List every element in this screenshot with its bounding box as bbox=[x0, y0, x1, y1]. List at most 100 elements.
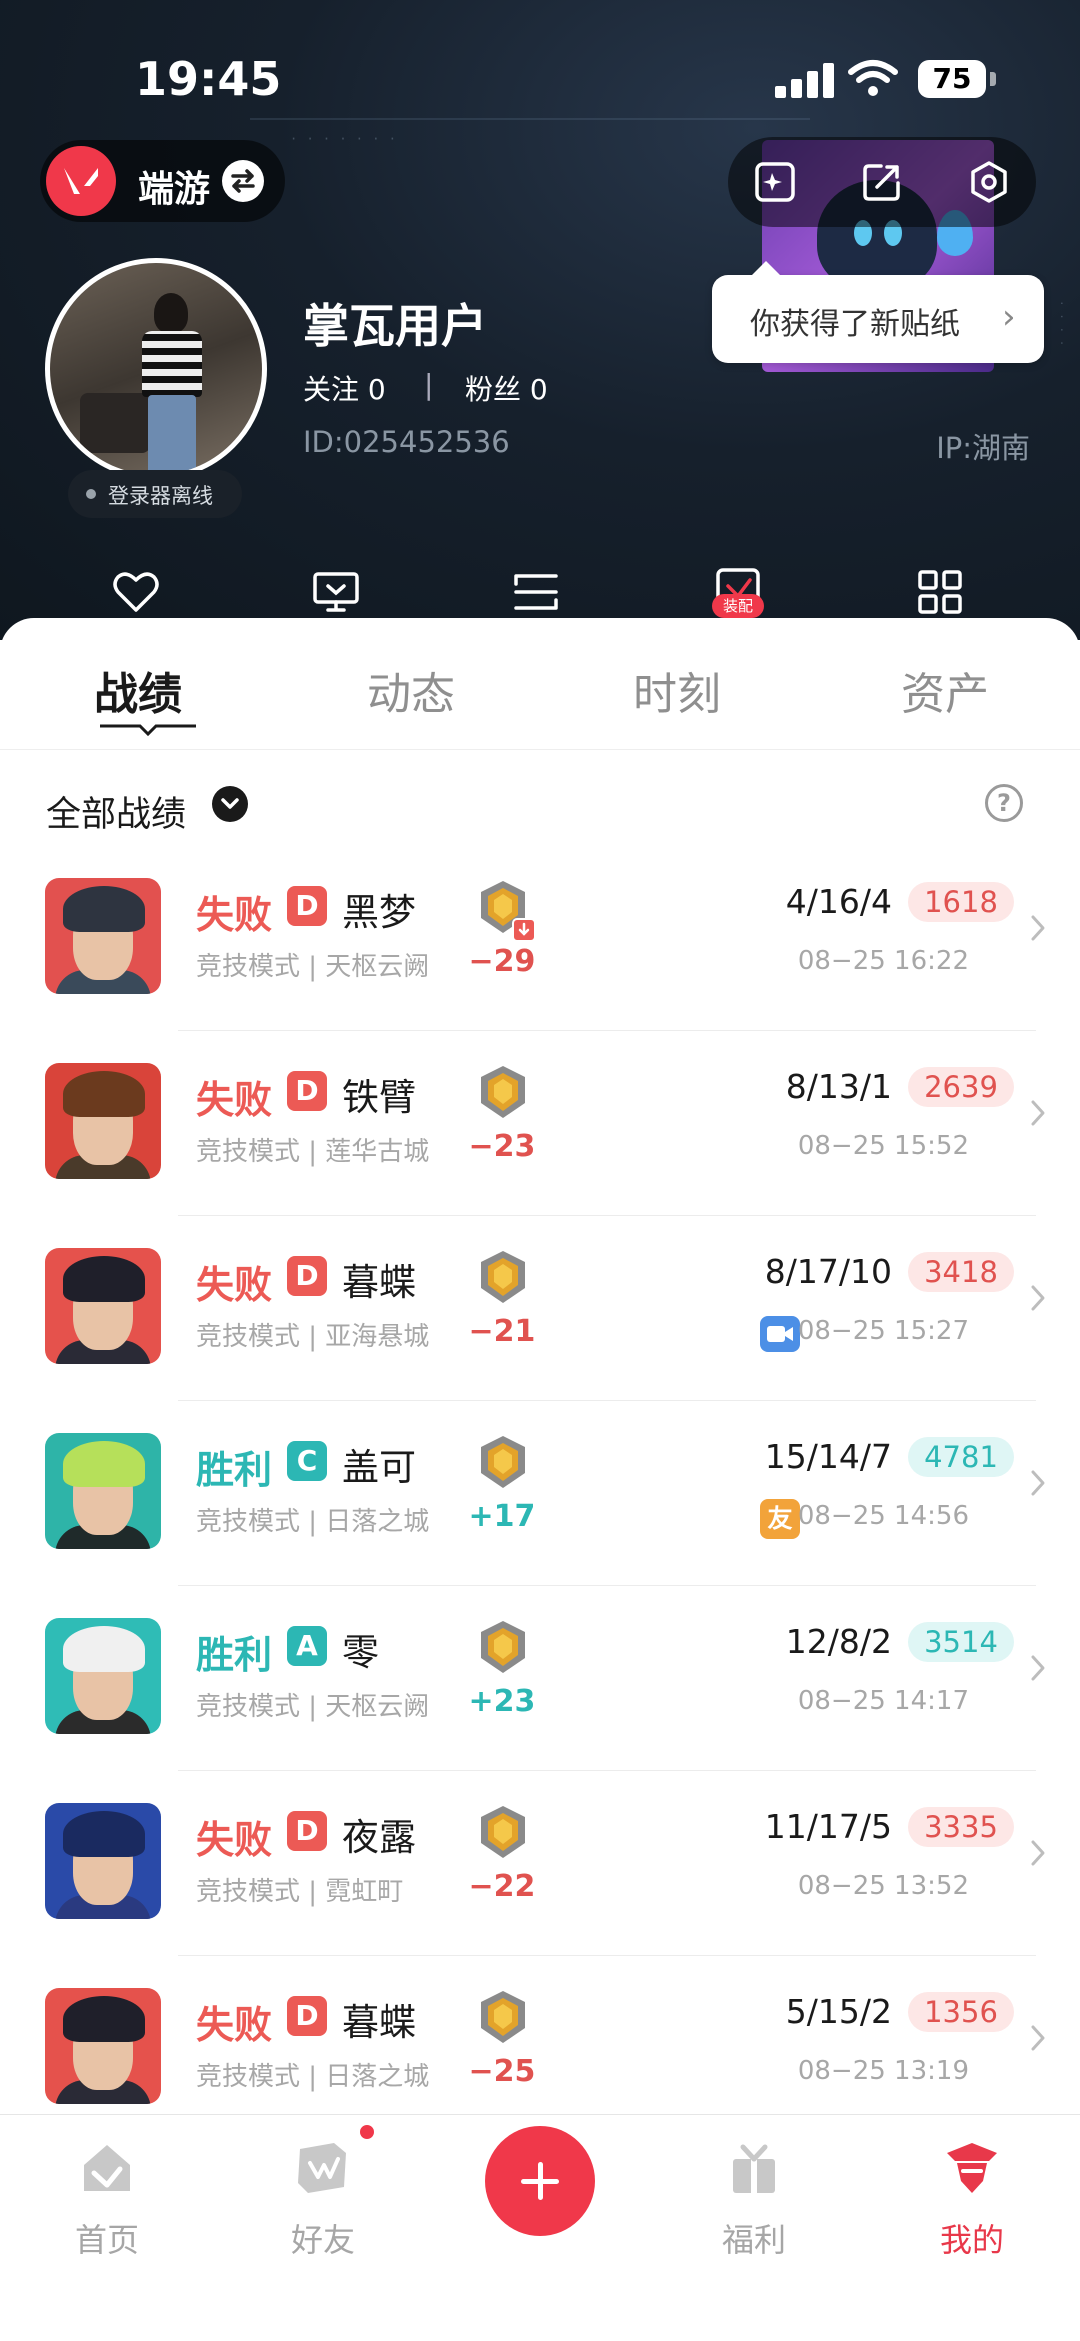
nav-welfare-label: 福利 bbox=[721, 2221, 786, 2259]
match-mode-map: 竞技模式 | 莲华古城 bbox=[196, 1137, 430, 1167]
match-datetime: 08−25 13:52 bbox=[797, 1871, 969, 1901]
chevron-right-icon: › bbox=[1002, 297, 1016, 337]
agent-portrait bbox=[45, 1063, 161, 1179]
switch-icon bbox=[222, 160, 264, 202]
rank-icon bbox=[476, 1618, 530, 1676]
combat-score-badge: 1356 bbox=[908, 1992, 1014, 2032]
kda: 15/14/7 bbox=[764, 1437, 892, 1476]
rank-icon bbox=[476, 1803, 530, 1861]
agent-name: 零 bbox=[342, 1631, 379, 1674]
friends-notification-dot bbox=[357, 2122, 377, 2142]
monitor-icon[interactable] bbox=[310, 566, 362, 618]
new-sticker-tooltip[interactable]: 你获得了新贴纸 › bbox=[712, 261, 1044, 363]
combat-score-badge: 3418 bbox=[908, 1252, 1014, 1292]
match-datetime: 08−25 14:17 bbox=[797, 1686, 969, 1716]
match-datetime: 08−25 15:27 bbox=[797, 1316, 969, 1346]
match-mode-map: 竞技模式 | 日落之城 bbox=[196, 2062, 430, 2092]
rank-rating-change: −21 bbox=[468, 1314, 536, 1349]
status-bar: 19:45 75 bbox=[0, 0, 1080, 150]
tab-records[interactable]: 战绩 bbox=[38, 658, 238, 722]
match-datetime: 08−25 13:19 bbox=[797, 2056, 969, 2086]
combat-score-badge: 2639 bbox=[908, 1067, 1014, 1107]
rank-icon bbox=[476, 1248, 530, 1306]
grid-icon[interactable] bbox=[914, 566, 966, 618]
avatar[interactable] bbox=[45, 258, 267, 480]
agent-portrait bbox=[45, 1433, 161, 1549]
rank-down-icon bbox=[512, 918, 536, 942]
avatar-person bbox=[136, 293, 206, 475]
share-icon[interactable] bbox=[859, 159, 905, 205]
rank-rating-change: +17 bbox=[468, 1499, 536, 1534]
agent-portrait bbox=[45, 1988, 161, 2104]
chevron-down-icon[interactable] bbox=[212, 786, 248, 822]
agent-name: 暮蝶 bbox=[342, 2001, 416, 2044]
agent-name: 黑梦 bbox=[342, 891, 416, 934]
match-grade-badge: C bbox=[287, 1441, 327, 1481]
match-result: 胜利 bbox=[196, 1633, 273, 1677]
sticker-edit-icon[interactable] bbox=[752, 159, 798, 205]
nav-me[interactable]: 我的 bbox=[912, 2139, 1032, 2261]
tab-activity[interactable]: 动态 bbox=[311, 658, 511, 722]
kda: 11/17/5 bbox=[764, 1807, 892, 1846]
chevron-right-icon bbox=[1030, 2024, 1046, 2052]
match-row[interactable]: 胜利 C 盖可 竞技模式 | 日落之城 +17 15/14/7 4781 友 08−25 14:… bbox=[0, 1401, 1080, 1586]
following-count[interactable]: 关注 0 bbox=[303, 368, 386, 408]
agent-name: 夜露 bbox=[342, 1816, 416, 1859]
tab-assets[interactable]: 资产 bbox=[845, 658, 1045, 722]
game-name: 端游 bbox=[138, 169, 211, 210]
match-row[interactable]: 失败 D 暮蝶 竞技模式 | 亚海悬城 −21 8/17/10 3418 08−25 15:2… bbox=[0, 1216, 1080, 1401]
match-datetime: 08−25 15:52 bbox=[797, 1131, 969, 1161]
follow-separator: | bbox=[424, 368, 434, 401]
ip-location: IP:湖南 bbox=[936, 431, 1030, 465]
rank-icon bbox=[476, 1433, 530, 1491]
match-row[interactable]: 失败 D 夜露 竞技模式 | 霓虹町 −22 11/17/5 3335 08−25 13:52 bbox=[0, 1771, 1080, 1956]
rank-rating-change: −29 bbox=[468, 944, 536, 979]
match-mode-map: 竞技模式 | 天枢云阙 bbox=[196, 1692, 430, 1722]
combat-score-badge: 3514 bbox=[908, 1622, 1014, 1662]
sticker-tip-text: 你获得了新贴纸 bbox=[750, 307, 960, 342]
help-icon[interactable]: ? bbox=[985, 784, 1023, 822]
match-row[interactable]: 失败 D 黑梦 竞技模式 | 天枢云阙 −29 4/16/4 1618 08−25 16:22 bbox=[0, 846, 1080, 1031]
user-id: ID:025452536 bbox=[303, 425, 510, 459]
online-status-badge: 登录器离线 bbox=[68, 470, 242, 518]
status-dot-icon bbox=[86, 489, 96, 499]
battery-indicator: 75 bbox=[918, 60, 986, 98]
tab-bar: 战绩 动态 时刻 资产 bbox=[0, 618, 1080, 750]
nav-welfare[interactable]: 福利 bbox=[694, 2139, 814, 2261]
nav-home[interactable]: 首页 bbox=[47, 2139, 167, 2261]
match-row[interactable]: 失败 D 铁臂 竞技模式 | 莲华古城 −23 8/13/1 2639 08−25 15:52 bbox=[0, 1031, 1080, 1216]
top-action-bar bbox=[728, 137, 1036, 227]
match-result: 胜利 bbox=[196, 1448, 273, 1492]
match-grade-badge: D bbox=[287, 1811, 327, 1851]
kda: 4/16/4 bbox=[785, 882, 892, 921]
list-icon[interactable] bbox=[510, 566, 562, 618]
rank-icon bbox=[476, 1063, 530, 1121]
tab-moments[interactable]: 时刻 bbox=[577, 658, 777, 722]
match-grade-badge: D bbox=[287, 1256, 327, 1296]
quick-actions-row bbox=[0, 560, 1080, 620]
kda: 8/17/10 bbox=[764, 1252, 892, 1291]
fans-count[interactable]: 粉丝 0 bbox=[465, 368, 548, 408]
match-grade-badge: A bbox=[287, 1626, 327, 1666]
agent-portrait bbox=[45, 1248, 161, 1364]
agent-portrait bbox=[45, 878, 161, 994]
create-post-button[interactable] bbox=[485, 2126, 595, 2236]
match-datetime: 08−25 16:22 bbox=[797, 946, 969, 976]
settings-icon[interactable] bbox=[966, 159, 1012, 205]
match-mode-map: 竞技模式 | 日落之城 bbox=[196, 1507, 430, 1537]
profile-icon bbox=[947, 2143, 997, 2193]
rank-rating-change: −25 bbox=[468, 2054, 536, 2089]
online-status-text: 登录器离线 bbox=[108, 484, 213, 508]
match-row[interactable]: 胜利 A 零竞技模式 | 天枢云阙 +23 12/8/2 3514 08−25 14:17 bbox=[0, 1586, 1080, 1771]
nav-friends-label: 好友 bbox=[290, 2221, 355, 2259]
chevron-right-icon bbox=[1030, 1654, 1046, 1682]
heart-icon[interactable] bbox=[110, 566, 162, 618]
filter-dropdown[interactable]: 全部战绩 bbox=[46, 786, 186, 837]
rank-rating-change: +23 bbox=[468, 1684, 536, 1719]
nav-friends[interactable]: 好友 bbox=[263, 2139, 383, 2261]
agent-portrait bbox=[45, 1803, 161, 1919]
combat-score-badge: 4781 bbox=[908, 1437, 1014, 1477]
game-switch-button[interactable]: 端游 bbox=[40, 140, 285, 222]
chevron-right-icon bbox=[1030, 1284, 1046, 1312]
friend-tag-icon: 友 bbox=[760, 1499, 800, 1539]
